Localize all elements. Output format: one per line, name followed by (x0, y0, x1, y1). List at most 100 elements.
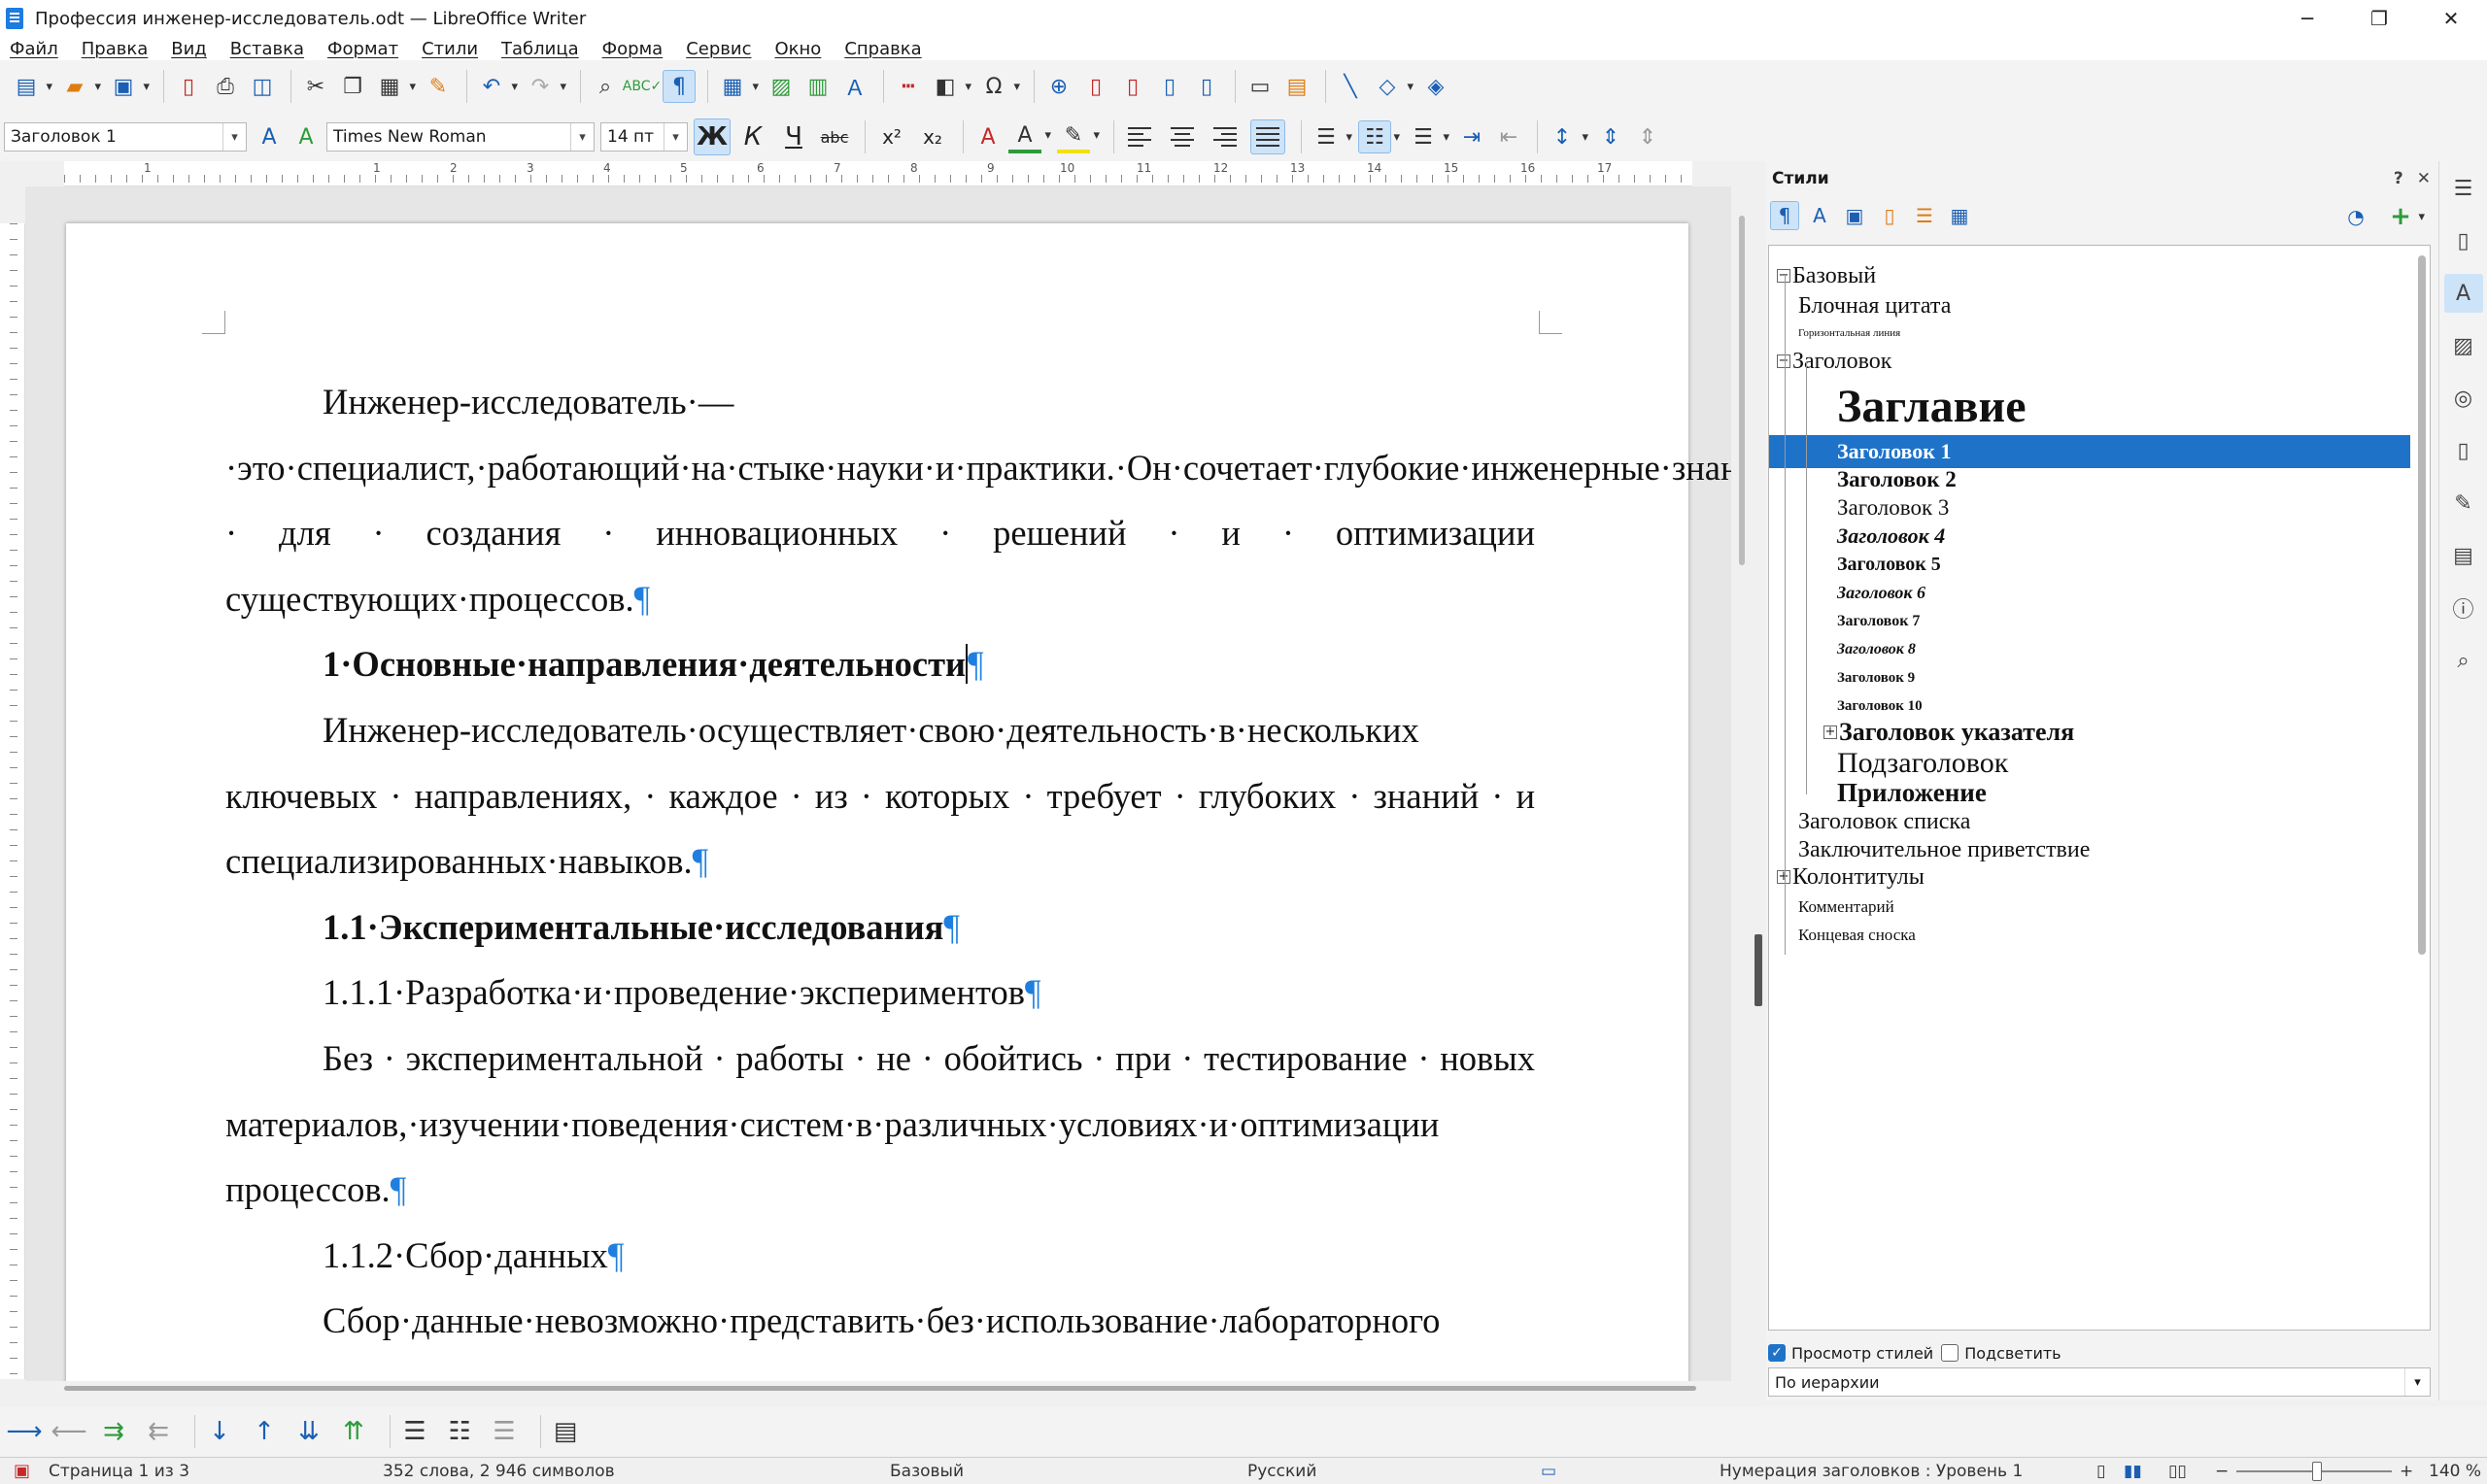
style-item[interactable]: Комментарий (1769, 893, 2410, 922)
body-paragraph[interactable]: Инженер-исследователь·—·это·специалист,·… (225, 369, 1731, 631)
body-paragraph[interactable]: Сбор·данные·невозможно·представить·без·и… (225, 1288, 1535, 1354)
subscript-button[interactable]: x₂ (914, 118, 951, 155)
sidebar-menu-icon[interactable]: ☰ (2444, 169, 2483, 208)
document-modified-icon[interactable]: ▣ (14, 1461, 30, 1481)
highlight-checkbox[interactable] (1941, 1344, 1959, 1362)
tree-scrollbar[interactable] (2418, 255, 2426, 955)
paste-icon[interactable]: ▦ (373, 70, 416, 103)
menu-window[interactable]: Окно (774, 39, 821, 59)
style-filter-select[interactable]: По иерархии ▾ (1768, 1367, 2431, 1397)
help-icon[interactable]: ? (2394, 169, 2403, 188)
increase-paragraph-spacing-icon[interactable]: ⇕ (1594, 120, 1627, 153)
cross-reference-icon[interactable]: ▯ (1190, 70, 1223, 103)
demote-outline-icon[interactable]: ⟶ (6, 1415, 42, 1448)
zoom-in-icon[interactable]: + (2400, 1462, 2413, 1481)
special-character-icon[interactable]: Ω (977, 70, 1020, 103)
styles-tree[interactable]: − Базовый Блочная цитата Горизонтальная лин… (1768, 245, 2431, 1331)
new-document-icon[interactable]: ▤ (10, 70, 52, 103)
font-size-combo[interactable]: 14 пт ▾ (600, 122, 688, 152)
menu-insert[interactable]: Вставка (230, 39, 304, 59)
clear-formatting-icon[interactable]: A (971, 120, 1005, 153)
zoom-slider-thumb[interactable] (2312, 1462, 2323, 1481)
sidebar-splitter[interactable] (1753, 186, 1766, 1381)
menu-table[interactable]: Таблица (501, 39, 579, 59)
hyperlink-icon[interactable]: ⊕ (1042, 70, 1075, 103)
zoom-level-status[interactable]: 140 % (2429, 1462, 2481, 1481)
menu-view[interactable]: Вид (171, 39, 207, 59)
horizontal-ruler[interactable]: 1 1 2 3 4 5 6 7 8 9 10 11 12 13 14 15 16… (64, 161, 1692, 186)
insert-unnumbered-entry-icon[interactable]: ☰ (398, 1415, 431, 1448)
heading-3-paragraph[interactable]: 1.1.1·Разработка·и·проведение·эксперимен… (225, 960, 1535, 1026)
restart-numbering-icon[interactable]: ☷ (443, 1415, 476, 1448)
book-view-icon[interactable]: ▯▯ (2168, 1462, 2187, 1481)
frame-styles-icon[interactable]: ▣ (1840, 201, 1869, 230)
style-item[interactable]: Приложение (1769, 778, 2410, 807)
style-item[interactable]: − Заголовок (1769, 347, 2410, 376)
manage-changes-deck-icon[interactable]: ▤ (2444, 536, 2483, 575)
gallery-deck-icon[interactable]: ▨ (2444, 326, 2483, 365)
character-styles-icon[interactable]: A (1805, 201, 1834, 230)
print-icon[interactable]: ⎙ (209, 70, 242, 103)
preview-styles-checkbox[interactable]: ✓ (1768, 1344, 1786, 1362)
find-deck-icon[interactable]: ⌕ (2444, 641, 2483, 680)
track-changes-icon[interactable]: ▤ (1280, 70, 1313, 103)
body-paragraph[interactable]: Инженер-исследователь·осуществляет·свою·… (225, 697, 1535, 894)
clone-formatting-icon[interactable]: ✎ (422, 70, 455, 103)
style-item[interactable]: Заголовок 5 (1769, 550, 2410, 579)
maximize-button[interactable]: ❐ (2343, 0, 2415, 37)
scrollbar-thumb[interactable] (64, 1386, 1696, 1391)
promote-with-subpoints-icon[interactable]: ⇇ (142, 1415, 175, 1448)
decrease-paragraph-spacing-icon[interactable]: ⇕ (1631, 120, 1664, 153)
unordered-list-icon[interactable]: ☰ (1310, 120, 1352, 153)
chevron-down-icon[interactable]: ▾ (222, 123, 246, 151)
redo-icon[interactable]: ↷ (524, 70, 566, 103)
line-icon[interactable]: ╲ (1334, 70, 1367, 103)
collapse-icon[interactable]: − (1777, 269, 1790, 283)
strikethrough-button[interactable]: abc (816, 118, 853, 155)
style-item[interactable]: Заглавие (1769, 381, 2410, 432)
vertical-scrollbar[interactable] (1731, 186, 1753, 1381)
style-item[interactable]: Заголовок 3 (1769, 493, 2410, 523)
selection-mode-icon[interactable]: ▭ (1541, 1462, 1556, 1481)
align-center-button[interactable] (1165, 119, 1200, 154)
splitter-grip[interactable] (1755, 934, 1762, 1006)
bookmark-icon[interactable]: ▯ (1153, 70, 1186, 103)
cut-icon[interactable]: ✂ (299, 70, 332, 103)
highlight-color-icon[interactable]: ✎ (1057, 120, 1100, 153)
body-paragraph[interactable]: Без · экспериментальной · работы · не · … (225, 1026, 1535, 1223)
insert-table-icon[interactable]: ▦ (716, 70, 759, 103)
styles-deck-icon[interactable]: A (2443, 274, 2483, 313)
undo-icon[interactable]: ↶ (475, 70, 518, 103)
close-icon[interactable]: ✕ (2417, 169, 2431, 188)
heading-1-paragraph[interactable]: 1·Основные·направления·деятельности¶ (225, 631, 1535, 697)
outline-list-icon[interactable]: ☰ (1407, 120, 1449, 153)
expand-icon[interactable]: + (1823, 725, 1837, 739)
multi-page-view-icon[interactable]: ▮▮ (2124, 1462, 2142, 1481)
save-icon[interactable]: ▣ (107, 70, 150, 103)
style-item[interactable]: Заключительное приветствие (1769, 835, 2410, 864)
style-item[interactable]: Заголовок списка (1769, 807, 2410, 836)
spelling-icon[interactable]: ABC✓ (623, 70, 662, 103)
chevron-down-icon[interactable]: ▾ (570, 123, 594, 151)
list-styles-icon[interactable]: ☰ (1910, 201, 1939, 230)
print-preview-icon[interactable]: ◫ (246, 70, 279, 103)
paragraph-styles-icon[interactable]: ¶ (1770, 201, 1799, 230)
menu-form[interactable]: Форма (602, 39, 664, 59)
font-color-icon[interactable]: A (1008, 120, 1051, 153)
update-style-icon[interactable]: A (253, 120, 286, 153)
language-status[interactable]: Русский (1247, 1462, 1316, 1481)
page-style-status[interactable]: Базовый (890, 1462, 964, 1481)
formatting-marks-icon[interactable]: ¶ (663, 70, 696, 103)
heading-3-paragraph[interactable]: 1.1.2·Сбор·данных¶ (225, 1223, 1535, 1289)
align-left-button[interactable] (1122, 119, 1157, 154)
align-right-button[interactable] (1208, 119, 1243, 154)
demote-with-subpoints-icon[interactable]: ⇉ (97, 1415, 130, 1448)
comment-icon[interactable]: ▭ (1244, 70, 1277, 103)
document-page[interactable]: Инженер-исследователь·—·это·специалист,·… (66, 223, 1731, 1381)
style-item[interactable]: Заголовок 7 (1769, 607, 2410, 636)
page-break-icon[interactable]: ┅ (892, 70, 925, 103)
page-styles-icon[interactable]: ▯ (1875, 201, 1904, 230)
chevron-down-icon[interactable]: ▾ (2404, 1368, 2430, 1396)
move-down-with-subpoints-icon[interactable]: ⇊ (292, 1415, 325, 1448)
menu-help[interactable]: Справка (844, 39, 921, 59)
